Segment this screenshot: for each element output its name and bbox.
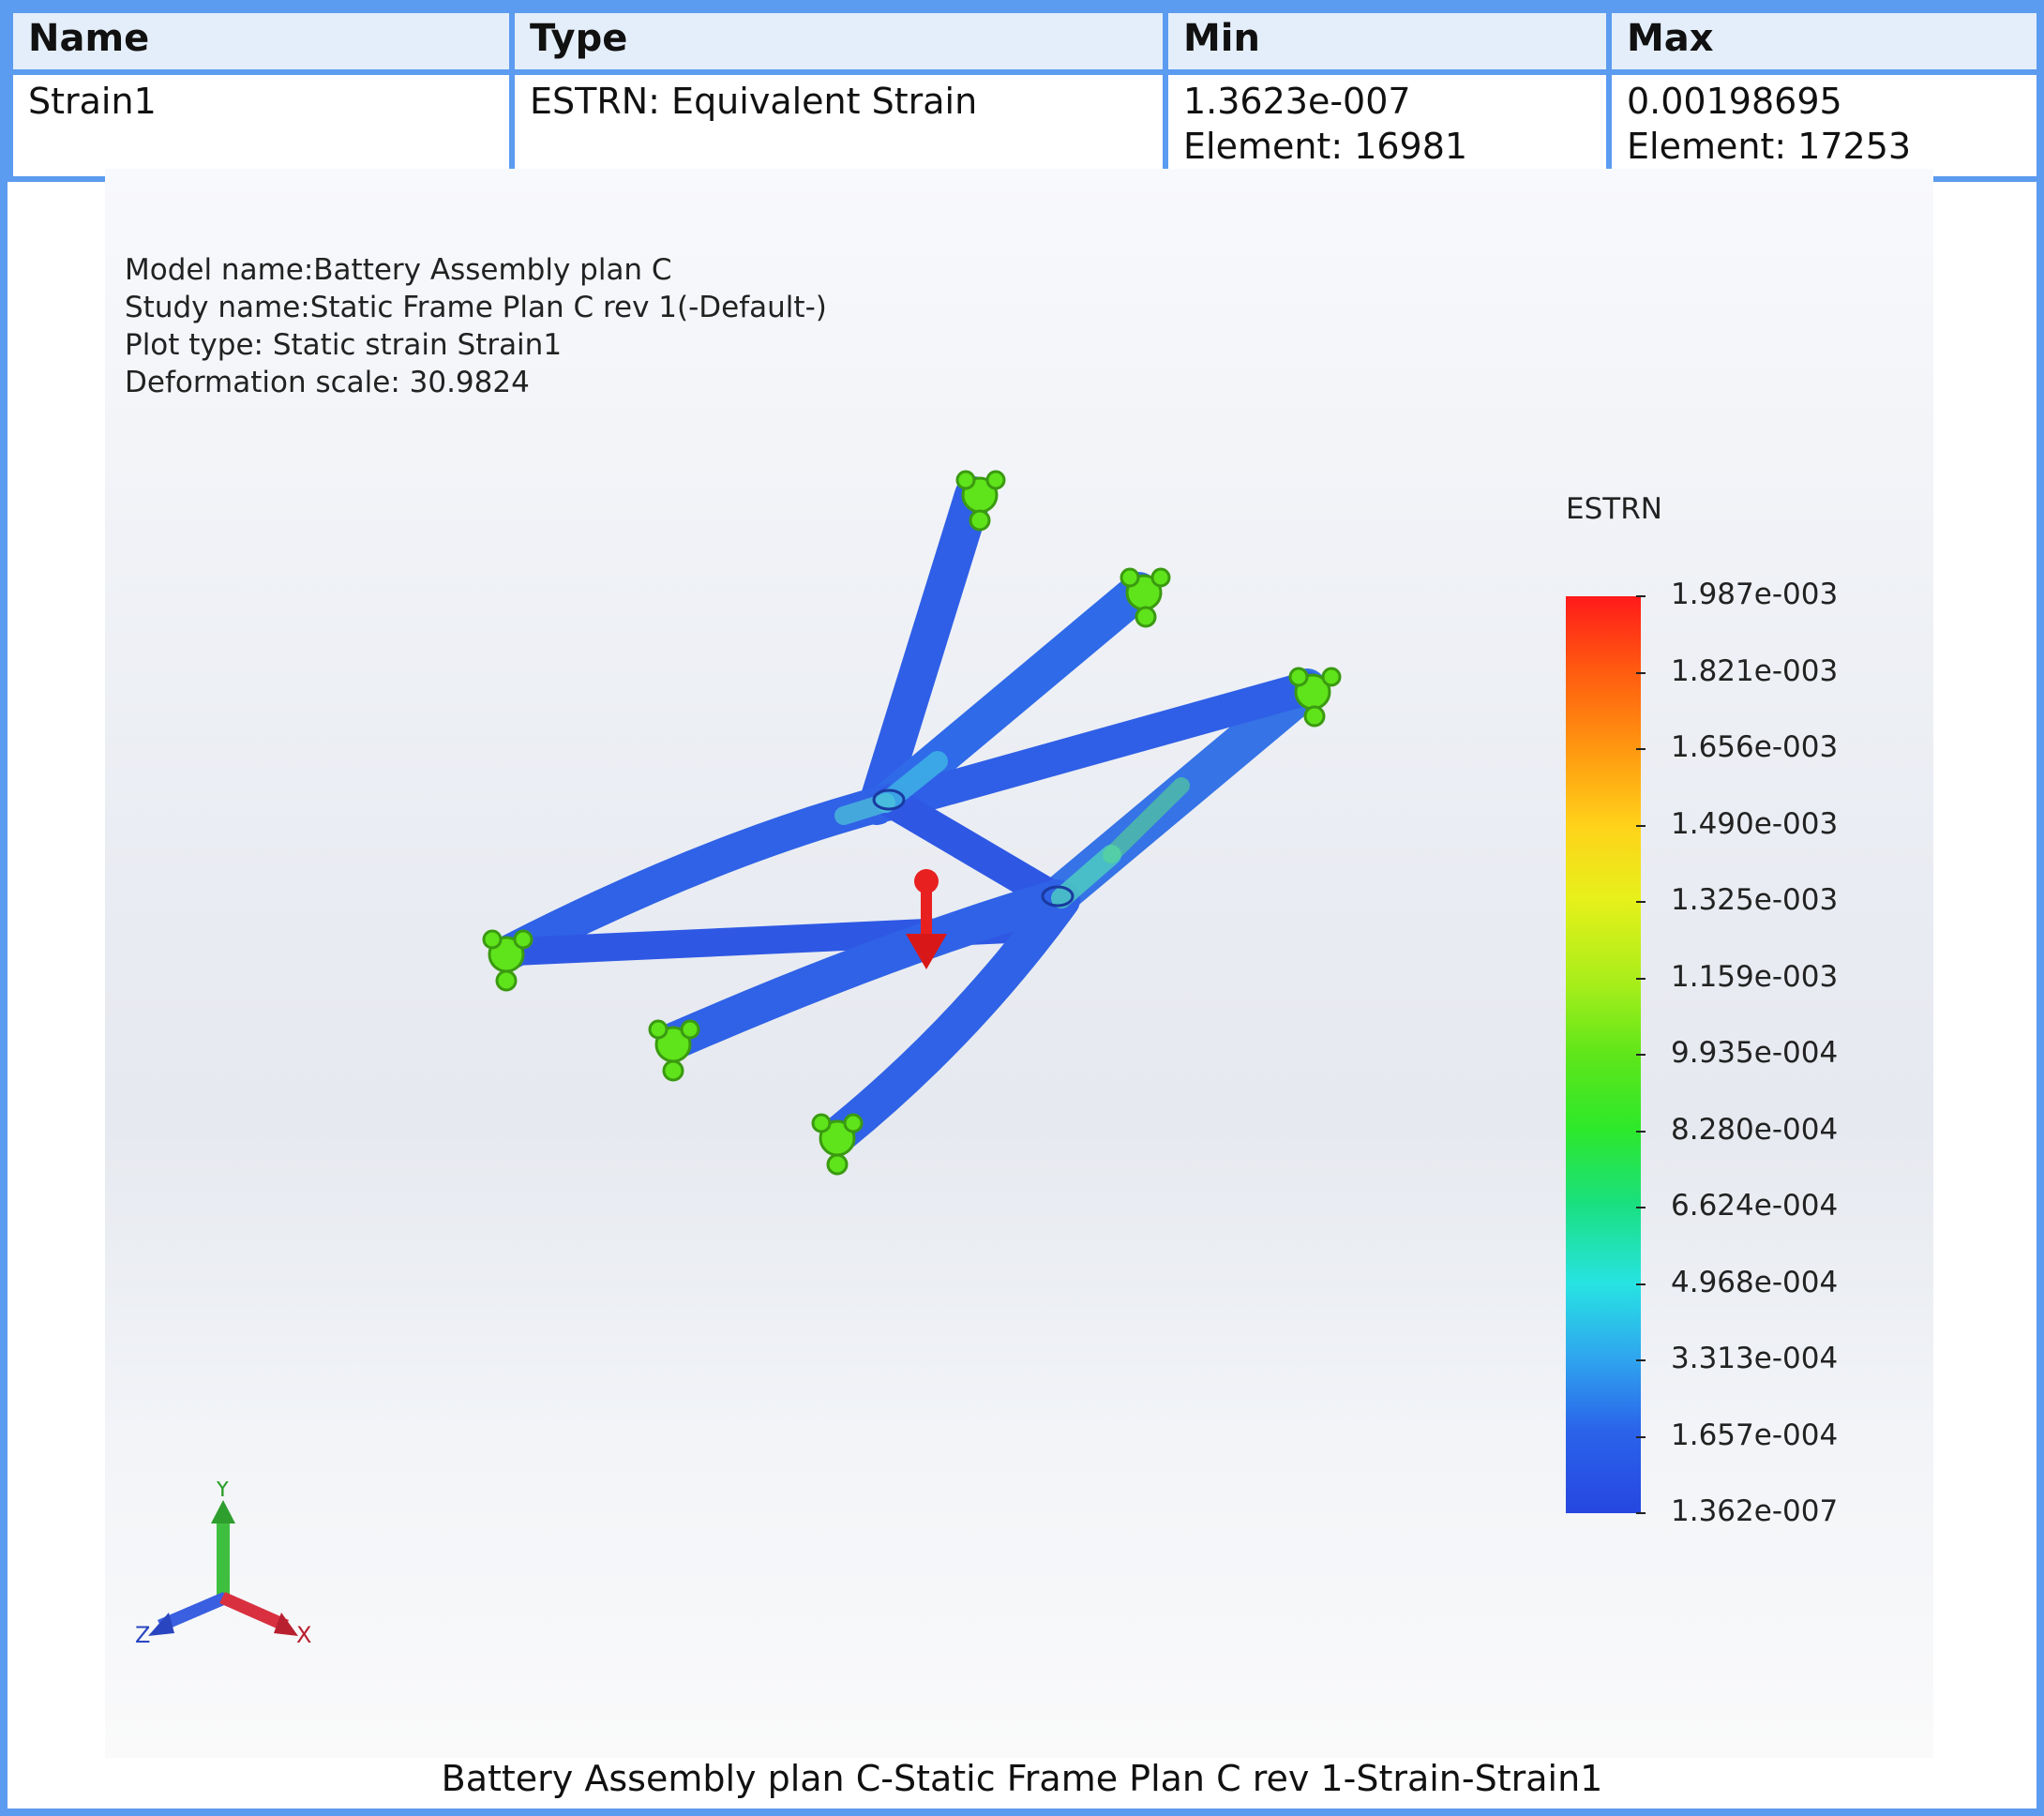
legend-tick — [1636, 824, 1646, 827]
x-axis-icon: X — [219, 1592, 311, 1648]
legend-label: 1.159e-003 — [1671, 959, 1839, 994]
legend-tick — [1636, 1207, 1646, 1208]
frame-beams — [493, 476, 1327, 1153]
beam-highlight — [834, 793, 895, 825]
plot-caption: Battery Assembly plan C-Static Frame Pla… — [441, 1758, 1603, 1799]
legend-label: 3.313e-004 — [1671, 1342, 1839, 1375]
axis-triad: Y Z X — [135, 1481, 311, 1648]
legend-label: 1.821e-003 — [1671, 653, 1839, 688]
legend-tick — [1636, 1283, 1646, 1285]
z-axis-icon: Z — [135, 1592, 229, 1648]
legend-tick — [1636, 1359, 1646, 1361]
triad-x-label: X — [296, 1622, 311, 1648]
legend-label: 1.657e-004 — [1671, 1418, 1839, 1452]
legend-tick — [1636, 977, 1646, 980]
legend-label: 1.325e-003 — [1671, 883, 1839, 917]
legend-label: 9.935e-004 — [1671, 1036, 1839, 1070]
legend-tick — [1636, 1435, 1646, 1438]
legend-tick — [1636, 901, 1646, 903]
triad-z-label: Z — [135, 1622, 150, 1648]
legend-ticks — [1636, 595, 1655, 1514]
legend-tick — [1636, 1054, 1646, 1056]
legend-label: 4.968e-004 — [1671, 1265, 1839, 1299]
fixture-icon — [811, 1113, 864, 1176]
legend-label: 1.987e-003 — [1671, 578, 1839, 611]
legend-label: 8.280e-004 — [1671, 1112, 1839, 1147]
legend-tick — [1636, 1512, 1646, 1514]
y-axis-icon: Y — [211, 1481, 235, 1596]
legend-label: 1.490e-003 — [1671, 806, 1839, 841]
triad-y-label: Y — [215, 1481, 230, 1502]
legend-label: 1.656e-003 — [1671, 730, 1839, 764]
legend-tick — [1636, 671, 1646, 674]
legend-label: 1.362e-007 — [1671, 1494, 1839, 1528]
legend-title: ESTRN — [1566, 492, 1662, 526]
legend-tick — [1636, 748, 1646, 750]
legend-tick — [1636, 1130, 1646, 1133]
legend-label: 6.624e-004 — [1671, 1189, 1839, 1223]
legend-colorbar — [1566, 596, 1641, 1513]
legend-tick — [1636, 595, 1646, 597]
